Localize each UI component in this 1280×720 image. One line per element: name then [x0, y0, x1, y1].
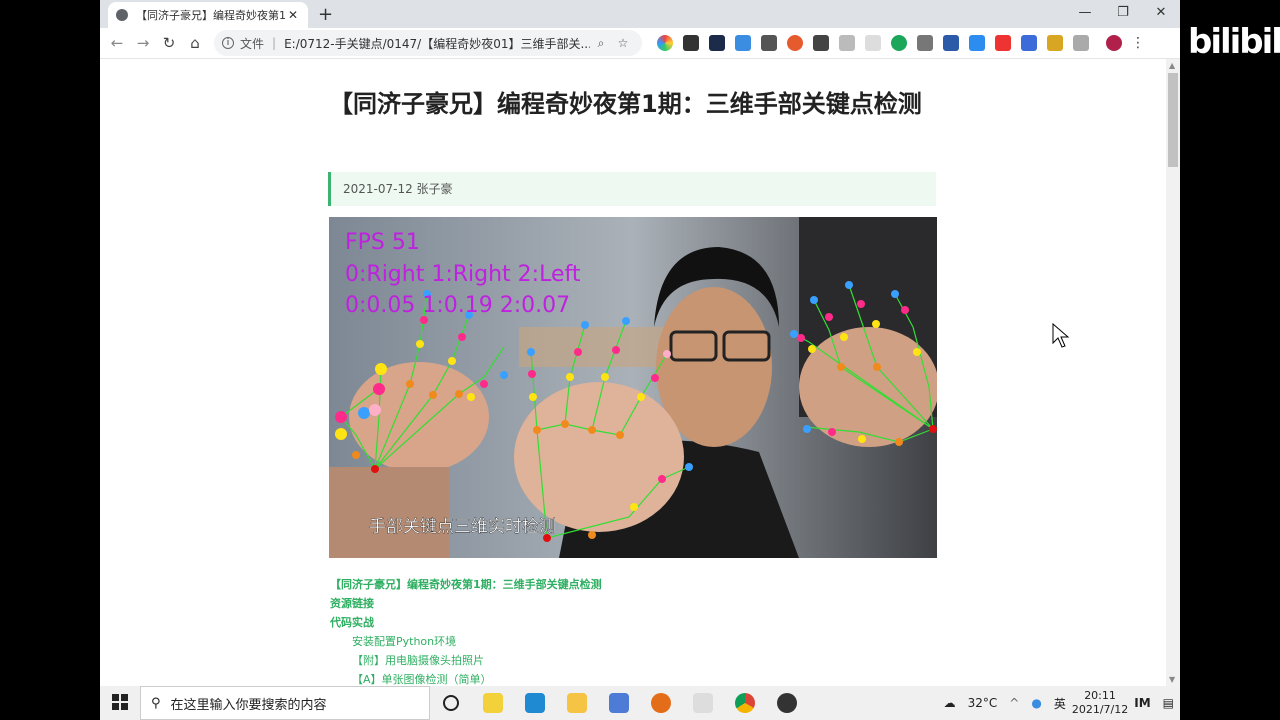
taskbar-app-explorer-icon[interactable]: [556, 693, 598, 713]
toc-item[interactable]: 【同济子豪兄】编程奇妙夜第1期：三维手部关键点检测: [330, 575, 602, 594]
address-bar[interactable]: i 文件 | E:/0712-手关键点/0147/【编程奇妙夜01】三维手部关.…: [214, 30, 642, 56]
toc-item[interactable]: 代码实战: [330, 613, 602, 632]
extension-dark-icon[interactable]: [709, 35, 725, 51]
taskbar-app-network-icon[interactable]: [598, 693, 640, 713]
task-view-icon[interactable]: [430, 695, 472, 711]
extension-qr-icon[interactable]: [917, 35, 933, 51]
taskbar-search-box[interactable]: ⚲ 在这里输入你要搜索的内容: [140, 686, 430, 720]
home-icon[interactable]: ⌂: [182, 34, 208, 52]
taskbar-app-search-icon[interactable]: [640, 693, 682, 713]
browser-menu-icon[interactable]: ⋮: [1131, 35, 1145, 51]
taskbar-search-placeholder: 在这里输入你要搜索的内容: [170, 697, 327, 713]
hand-detection-photo: FPS 51 0:Right 1:Right 2:Left 0:0.05 1:0…: [329, 217, 937, 558]
system-clock[interactable]: 20:11 2021/7/12: [1072, 689, 1128, 717]
extensions-bar: [652, 35, 1127, 51]
extension-misc-icon[interactable]: [1073, 35, 1089, 51]
desktop-screen: bilibili 【同济子豪兄】编程奇妙夜第1期 ✕ + — ❐ ✕ ← → ↻…: [0, 0, 1280, 720]
extension-t-icon[interactable]: [1047, 35, 1063, 51]
page-scrollbar[interactable]: ▲ ▼: [1166, 59, 1180, 686]
scrollbar-thumb[interactable]: [1168, 73, 1178, 167]
tray-app-icon[interactable]: ●: [1031, 696, 1041, 710]
table-of-contents: 【同济子豪兄】编程奇妙夜第1期：三维手部关键点检测 资源链接 代码实战 安装配置…: [330, 575, 602, 686]
taskbar-app-note-icon[interactable]: [472, 693, 514, 713]
article-meta: 2021-07-12 张子豪: [328, 172, 936, 206]
windows-taskbar: ⚲ 在这里输入你要搜索的内容 ☁ 32°C ^ ● 英 20:11 2021/7…: [100, 686, 1180, 720]
extension-gray-icon[interactable]: [839, 35, 855, 51]
taskbar-app-chrome-icon[interactable]: [724, 693, 766, 713]
toc-item[interactable]: 安装配置Python环境: [330, 632, 602, 651]
tab-active[interactable]: 【同济子豪兄】编程奇妙夜第1期 ✕: [108, 2, 308, 28]
extension-screen-icon[interactable]: [735, 35, 751, 51]
tab-title: 【同济子豪兄】编程奇妙夜第1期: [136, 9, 286, 22]
fps-overlay: FPS 51: [345, 230, 420, 255]
file-scheme-label: 文件: [240, 36, 265, 51]
new-tab-button[interactable]: +: [318, 4, 333, 25]
extension-doc-icon[interactable]: [865, 35, 881, 51]
extension-scan-icon[interactable]: [943, 35, 959, 51]
extension-capture-icon[interactable]: [761, 35, 777, 51]
zoom-icon[interactable]: ⌕: [590, 36, 612, 51]
site-info-icon[interactable]: i: [222, 37, 234, 49]
clock-time: 20:11: [1084, 689, 1116, 702]
close-tab-icon[interactable]: ✕: [286, 8, 300, 22]
extension-zoom-icon[interactable]: [969, 35, 985, 51]
browser-toolbar: ← → ↻ ⌂ i 文件 | E:/0712-手关键点/0147/【编程奇妙夜0…: [100, 28, 1180, 59]
close-window-button[interactable]: ✕: [1142, 0, 1180, 28]
mouse-cursor-icon: [1052, 323, 1070, 348]
extension-tree-icon[interactable]: [995, 35, 1011, 51]
window-controls: — ❐ ✕: [1066, 0, 1180, 28]
score-overlay: 0:0.05 1:0.19 2:0.07: [345, 293, 570, 318]
toc-item[interactable]: 【A】单张图像检测（简单）: [330, 670, 602, 686]
scroll-down-icon[interactable]: ▼: [1169, 675, 1175, 684]
reload-icon[interactable]: ↻: [156, 34, 182, 52]
extension-s-icon[interactable]: [813, 35, 829, 51]
page-content: 【同济子豪兄】编程奇妙夜第1期：三维手部关键点检测 2021-07-12 张子豪: [100, 59, 1166, 686]
extension-grammarly-icon[interactable]: [891, 35, 907, 51]
weather-temperature[interactable]: 32°C: [968, 696, 998, 710]
extension-translate-icon[interactable]: [1021, 35, 1037, 51]
bilibili-watermark: bilibili: [1188, 22, 1280, 62]
ime-indicator[interactable]: 英: [1054, 695, 1066, 712]
bookmark-star-icon[interactable]: ☆: [612, 36, 634, 50]
tray-chevron-icon[interactable]: ^: [1009, 696, 1019, 710]
toc-item[interactable]: 【附】用电脑摄像头拍照片: [330, 651, 602, 670]
extension-block-icon[interactable]: [787, 35, 803, 51]
system-tray: ☁ 32°C ^ ● 英 20:11 2021/7/12 IM ▤: [938, 689, 1180, 717]
tray-im-icon[interactable]: IM: [1134, 696, 1150, 710]
windows-start-icon[interactable]: [100, 693, 140, 713]
globe-icon: [116, 9, 128, 21]
notification-icon[interactable]: ▤: [1163, 696, 1174, 710]
scroll-up-icon[interactable]: ▲: [1169, 61, 1175, 70]
minimize-button[interactable]: —: [1066, 0, 1104, 28]
back-arrow-icon[interactable]: ←: [104, 34, 130, 52]
taskbar-app-vscode-icon[interactable]: [514, 693, 556, 713]
handedness-overlay: 0:Right 1:Right 2:Left: [345, 262, 581, 287]
photo-caption: 手部关键点三维实时检测: [369, 517, 556, 537]
browser-window: 【同济子豪兄】编程奇妙夜第1期 ✕ + — ❐ ✕ ← → ↻ ⌂ i 文件 |…: [100, 0, 1180, 686]
clock-date: 2021/7/12: [1071, 703, 1129, 716]
extension-color-icon[interactable]: [657, 35, 673, 51]
address-separator: |: [272, 36, 277, 50]
search-icon: ⚲: [151, 695, 161, 711]
article-title: 【同济子豪兄】编程奇妙夜第1期：三维手部关键点检测: [329, 90, 922, 118]
weather-icon[interactable]: ☁: [944, 696, 956, 710]
tab-strip: 【同济子豪兄】编程奇妙夜第1期 ✕ + — ❐ ✕: [100, 0, 1180, 28]
forward-arrow-icon[interactable]: →: [130, 34, 156, 52]
profile-avatar-icon[interactable]: [1106, 35, 1122, 51]
toc-item[interactable]: 资源链接: [330, 594, 602, 613]
taskbar-app-typora-icon[interactable]: [682, 693, 724, 713]
restore-button[interactable]: ❐: [1104, 0, 1142, 28]
extension-shield-icon[interactable]: [683, 35, 699, 51]
url-text[interactable]: E:/0712-手关键点/0147/【编程奇妙夜01】三维手部关...: [284, 35, 590, 52]
taskbar-app-obs-icon[interactable]: [766, 693, 808, 713]
